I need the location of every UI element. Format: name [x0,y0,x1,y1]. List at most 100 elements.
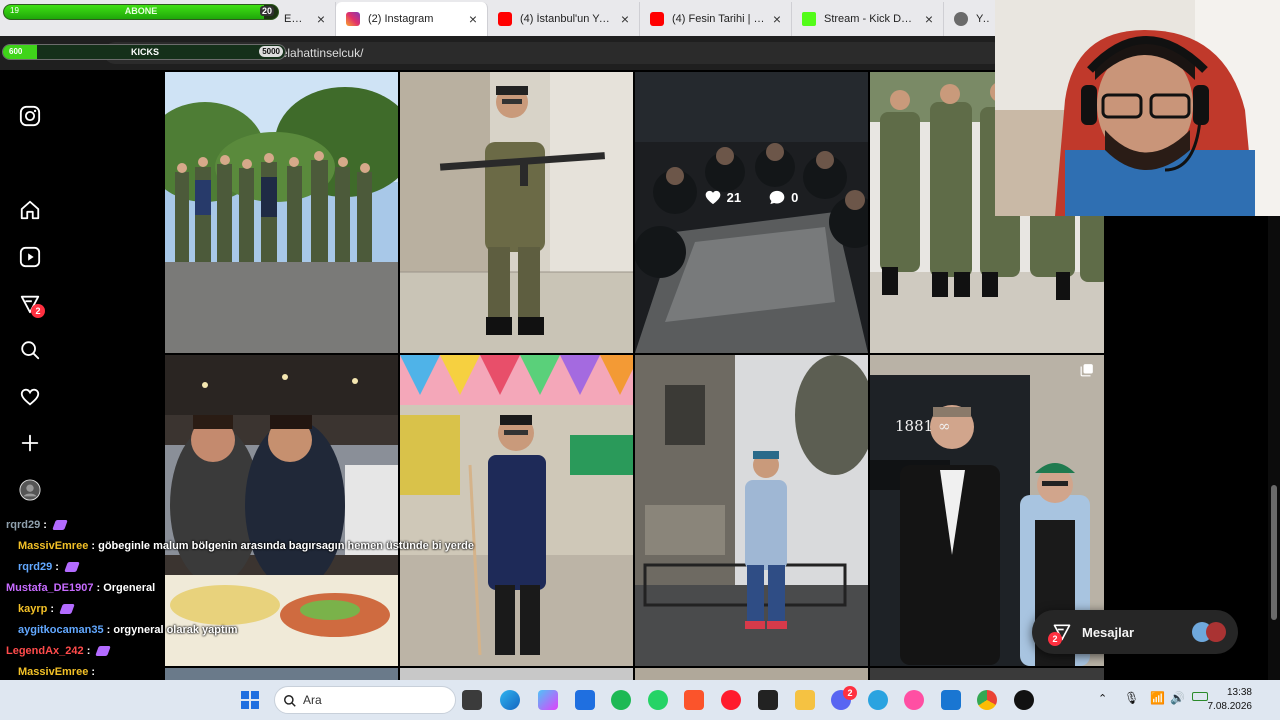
taskbar-search[interactable]: Ara [274,686,456,714]
reels-icon[interactable] [19,246,41,268]
emote-icon [52,520,68,531]
scrollbar-thumb[interactable] [1271,485,1277,620]
tab-new[interactable]: Yeni S [944,2,1000,36]
chat-message: Mustafa_DE1907 : Orgeneral [0,578,470,599]
post-tile[interactable] [400,72,633,353]
opera-gx-icon[interactable] [904,690,924,710]
clock-time: 13:38 [1226,687,1252,698]
tab-kick[interactable]: Stream - Kick Dashb × [792,2,944,36]
chat-username[interactable]: aygitkocaman35 [18,624,104,636]
microphone-icon[interactable]: 🎙 [1124,691,1139,705]
telegram-icon[interactable] [868,690,888,710]
chat-username[interactable]: LegendAx_242 [6,645,84,657]
profile-avatar[interactable] [19,479,41,501]
instagram-logo-icon[interactable] [19,105,41,127]
search-placeholder: Ara [303,693,322,707]
kicks-goal-target: 5000 [259,46,283,57]
app-icon[interactable] [941,690,961,710]
tab-title: (4) Fesin Tarihi | Önc [672,13,765,25]
chat-message: MassivEmree : göbeginle malum bölgenin a… [0,536,474,557]
close-icon[interactable]: × [773,11,781,27]
obs-icon[interactable] [758,690,778,710]
chat-username[interactable]: rqrd29 [6,519,40,531]
wifi-icon[interactable]: 📶 [1150,691,1165,705]
brave-icon[interactable] [684,690,704,710]
chat-separator: : [88,540,99,552]
comment-icon [769,190,785,205]
kick-icon [802,12,816,26]
copilot-icon[interactable] [538,690,558,710]
youtube-icon [498,12,512,26]
chat-username[interactable]: Mustafa_DE1907 [6,582,93,594]
clock-date: 7.08.2026 [1207,701,1253,712]
close-icon[interactable]: × [925,11,933,27]
chat-separator: : [93,582,104,594]
post-tile[interactable]: 21 0 [635,72,868,353]
chat-separator: : [88,666,96,678]
avatar [1206,622,1226,642]
chevron-up-icon[interactable]: ⌃ [1098,692,1107,705]
tab-title: Yeni S [976,13,989,25]
post-tile[interactable] [165,72,398,353]
subscriber-goal-count: 20 [259,6,274,16]
messages-badge: 2 [1048,632,1062,646]
chat-message: rqrd29 : [0,515,470,536]
file-explorer-icon[interactable] [795,690,815,710]
webcam-overlay [995,0,1280,216]
notifications-heart-icon[interactable] [19,386,41,408]
kicks-goal-label: KICKS [131,47,160,57]
tab-title: (2) Instagram [368,13,434,25]
post-tile[interactable] [635,355,868,666]
messenger-badge: 2 [31,304,45,318]
screen: EF RES × (2) Instagram × (4) İstanbul'un… [0,0,1280,720]
home-icon[interactable] [19,199,41,221]
close-icon[interactable]: × [469,11,477,27]
chat-username[interactable]: MassivEmree [18,666,88,678]
chat-message: aygitkocaman35 : orgyneral olarak yaptım [0,620,470,641]
app-icon[interactable] [1014,690,1034,710]
tab-youtube-2[interactable]: (4) Fesin Tarihi | Önc × [640,2,792,36]
chat-username[interactable]: MassivEmree [18,540,88,552]
whatsapp-icon[interactable] [648,690,668,710]
emote-icon [59,604,75,615]
create-plus-icon[interactable] [19,432,41,454]
messages-label: Mesajlar [1082,624,1135,640]
close-icon[interactable]: × [317,11,325,27]
emote-icon [64,562,80,573]
app-icon[interactable] [575,690,595,710]
likes-count: 21 [726,190,742,205]
search-icon[interactable] [19,339,41,361]
chat-username[interactable]: rqrd29 [18,561,52,573]
kicks-goal-current: 600 [9,47,23,56]
chrome-icon[interactable] [977,690,997,710]
tab-title: EF RES [284,13,309,25]
wall-inscription: 1881 ∞ [895,417,951,435]
task-view-icon[interactable] [462,690,482,710]
volume-icon[interactable]: 🔊 [1170,691,1185,705]
taskbar-clock[interactable]: 13:38 7.08.2026 [1208,686,1253,714]
emote-icon [95,646,112,657]
opera-icon[interactable] [721,690,741,710]
search-icon [284,695,296,707]
chat-text: göbeginle malum bölgenin arasında bagırs… [98,540,475,552]
messages-widget[interactable]: 2 Mesajlar [1032,610,1238,654]
close-icon[interactable]: × [621,11,629,27]
tab-title: (4) İstanbul'un Yanın [520,13,613,25]
windows-start-icon[interactable] [240,690,260,710]
battery-icon[interactable] [1192,692,1208,701]
chat-message: rqrd29 : [0,557,470,578]
post-image [400,72,633,353]
edge-icon[interactable] [500,690,520,710]
spotify-icon[interactable] [611,690,631,710]
heart-icon [705,190,720,205]
chrome-icon [954,12,968,26]
chat-message: LegendAx_242 : [0,641,470,662]
tab-youtube-1[interactable]: (4) İstanbul'un Yanın × [488,2,640,36]
post-image [635,72,868,353]
chat-text: Orgeneral [103,582,156,594]
chat-text: orgyneral olarak yaptım [113,624,238,636]
tab-instagram[interactable]: (2) Instagram × [336,2,488,36]
message-avatars [1192,622,1226,642]
chat-username[interactable]: kayrp [18,603,47,615]
chat-separator: : [40,519,51,531]
